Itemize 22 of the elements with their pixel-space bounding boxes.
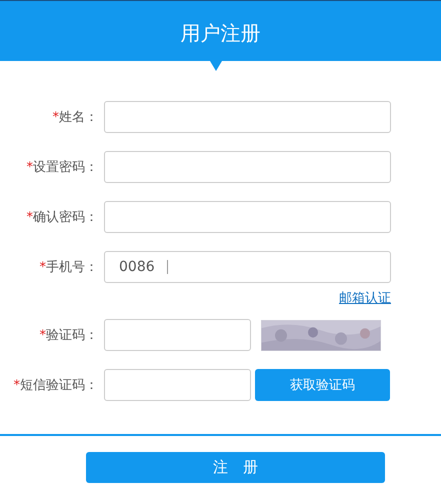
page-title: 用户注册 xyxy=(180,20,260,46)
required-mark: * xyxy=(26,160,33,175)
sms-code-field[interactable] xyxy=(104,369,251,401)
field-label: 姓名： xyxy=(59,110,98,125)
field-label: 确认密码： xyxy=(33,210,98,225)
input-field[interactable] xyxy=(104,151,391,183)
input-field[interactable] xyxy=(104,101,391,133)
field-label: 验证码： xyxy=(46,328,98,343)
required-mark: * xyxy=(26,210,33,225)
input-field[interactable] xyxy=(104,201,391,233)
field-label: 手机号： xyxy=(46,260,98,275)
phone-field[interactable]: 0086 xyxy=(104,251,391,283)
required-mark: * xyxy=(52,110,59,125)
field-label: 短信验证码： xyxy=(20,378,98,393)
captcha-field[interactable] xyxy=(104,319,251,351)
required-mark: * xyxy=(14,378,20,393)
required-mark: * xyxy=(40,328,46,343)
required-mark: * xyxy=(40,260,46,275)
email-verify-link[interactable]: 邮箱认证 xyxy=(339,289,391,309)
get-code-button[interactable]: 获取验证码 xyxy=(255,369,390,401)
field-label: 设置密码： xyxy=(33,160,98,175)
register-button[interactable]: 注 册 xyxy=(86,452,385,483)
